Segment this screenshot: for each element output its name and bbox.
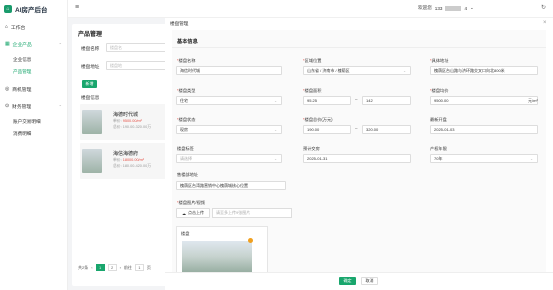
building-name-input[interactable]: 海信时代城 bbox=[176, 66, 282, 75]
upload-button[interactable]: ☁ 点击上传 bbox=[176, 208, 210, 218]
card-name: 海德时代城 bbox=[113, 112, 139, 118]
add-button[interactable]: 新增 bbox=[82, 80, 97, 88]
tags-select[interactable]: 请选择 ⌄ bbox=[176, 154, 282, 163]
sidebar-item-enterprise-info[interactable]: 企业信息 bbox=[0, 55, 68, 65]
refresh-icon[interactable]: ↻ bbox=[541, 4, 546, 11]
upload-cloud-icon: ☁ bbox=[182, 210, 186, 216]
field-label: *楼盘均价 bbox=[430, 88, 449, 93]
building-photo[interactable] bbox=[182, 241, 252, 275]
field-label: 产权年限 bbox=[430, 146, 447, 151]
field-label: 预计交房 bbox=[303, 146, 320, 151]
sidebar-item-dashboard[interactable]: ⌂ 工作台 bbox=[0, 22, 68, 32]
page-title: 产品管理 bbox=[78, 32, 103, 38]
next-page-icon[interactable]: › bbox=[120, 265, 121, 270]
total-min-input[interactable]: 190.00 bbox=[303, 125, 351, 134]
info-title: 楼盘信息 bbox=[81, 95, 100, 100]
sales-address-input[interactable]: 槐荫区台湾路营销中心槐荫城核心位置 bbox=[176, 181, 286, 190]
sidebar-item-enterprise-product[interactable]: ▦ 企业产品 ⌃ bbox=[0, 39, 68, 49]
app-logo: ⌂ AI房产后台 bbox=[4, 3, 48, 15]
chevron-down-icon: ⌄ bbox=[403, 69, 406, 73]
field-label: *楼盘面积 bbox=[303, 88, 322, 93]
total-max-input[interactable]: 320.00 bbox=[362, 125, 411, 134]
user-info[interactable]: 欢迎您 133 4 ⌄ bbox=[418, 5, 474, 11]
dialog-title: 楼盘管理 bbox=[170, 21, 189, 26]
card-name: 海信海德府 bbox=[113, 151, 139, 157]
cancel-button[interactable]: 取消 bbox=[361, 277, 378, 285]
page-button[interactable]: 2 bbox=[107, 264, 117, 271]
chevron-down-icon: ⌄ bbox=[274, 157, 277, 161]
sidebar-item-account-transactions[interactable]: 账户交易明细 bbox=[0, 117, 68, 127]
chevron-down-icon: ⌄ bbox=[530, 157, 533, 161]
open-date-input[interactable]: 2025-01-03 bbox=[430, 125, 538, 134]
logo-icon: ⌂ bbox=[4, 5, 12, 13]
sidebar-item-consumption[interactable]: 消费明细 bbox=[0, 129, 68, 139]
card-price: 单价: 18000.00/m² bbox=[113, 158, 145, 162]
remove-image-icon[interactable] bbox=[248, 238, 253, 243]
building-thumbnail bbox=[82, 149, 102, 173]
building-type-select[interactable]: 住宅 ⌄ bbox=[176, 96, 282, 105]
topbar bbox=[68, 0, 553, 18]
image-group-label: 楼盘 bbox=[181, 231, 190, 236]
dialog-footer bbox=[165, 272, 553, 290]
total-count: 共2条 bbox=[78, 264, 89, 270]
address-input[interactable]: 槐荫区台山路与济环路交叉口向北800米 bbox=[430, 66, 538, 75]
pagination: 共2条 ‹ 1 2 › 前往 1 页 bbox=[78, 264, 151, 271]
delivery-date-input[interactable]: 2025-01-31 bbox=[303, 154, 411, 163]
section-title: 基本信息 bbox=[177, 39, 198, 45]
filter-label-name: 楼盘名称 bbox=[81, 46, 100, 51]
filter-name-input[interactable]: 楼盘名 bbox=[106, 43, 166, 52]
field-label: *楼盘名称 bbox=[177, 58, 196, 63]
card-price: 单价: 9500.00/m² bbox=[113, 119, 142, 123]
sidebar-item-product-management[interactable]: 产品管理 bbox=[0, 67, 68, 77]
card-total: 总价: 180.00-420.00万 bbox=[113, 164, 151, 168]
unit-price-input[interactable]: 9500.00 bbox=[430, 96, 538, 105]
chevron-down-icon: ⌄ bbox=[470, 5, 474, 10]
field-label: 售楼部地址 bbox=[177, 172, 198, 177]
confirm-button[interactable]: 确定 bbox=[339, 277, 356, 285]
filter-address-input[interactable]: 楼盘地 bbox=[106, 61, 166, 70]
chevron-up-icon: ⌃ bbox=[58, 41, 62, 47]
hamburger-menu-icon[interactable]: ≡ bbox=[75, 4, 79, 11]
field-label: *楼盘状态 bbox=[177, 117, 196, 122]
status-select[interactable]: 现房 ⌄ bbox=[176, 125, 282, 134]
product-icon: ▦ bbox=[5, 41, 10, 47]
filter-label-address: 楼盘地址 bbox=[81, 64, 100, 69]
field-label: 最新开盘 bbox=[430, 117, 447, 122]
field-label: 楼盘标签 bbox=[177, 146, 194, 151]
unit-label: 元/m² bbox=[528, 98, 538, 103]
upload-hint: 请至多上传9张图片 bbox=[212, 208, 292, 218]
field-label: *楼盘总价(万元) bbox=[303, 117, 333, 122]
goto-page-input[interactable]: 1 bbox=[134, 264, 144, 271]
page-button[interactable]: 1 bbox=[95, 264, 105, 271]
chevron-down-icon: ⌄ bbox=[274, 99, 277, 103]
field-label: *楼盘类型 bbox=[177, 88, 196, 93]
field-label: *具体地址 bbox=[430, 58, 449, 63]
sidebar-item-finance[interactable]: ⊙ 财务管理 ⌃ bbox=[0, 101, 68, 111]
field-label: *区域位置 bbox=[303, 58, 322, 63]
sidebar-item-opportunity[interactable]: ◎ 商机管理 bbox=[0, 84, 68, 94]
region-select[interactable]: 山东省 / 济南市 / 槐荫区 ⌄ bbox=[303, 66, 411, 75]
app-title: AI房产后台 bbox=[15, 7, 48, 14]
property-years-select[interactable]: 70年 ⌄ bbox=[430, 154, 538, 163]
close-icon[interactable]: × bbox=[543, 20, 547, 26]
finance-icon: ⊙ bbox=[5, 103, 10, 109]
prev-page-icon[interactable]: ‹ bbox=[91, 265, 92, 270]
area-min-input[interactable]: 95.25 bbox=[303, 96, 351, 105]
divider bbox=[172, 47, 546, 48]
chevron-down-icon: ⌄ bbox=[274, 128, 277, 132]
home-icon: ⌂ bbox=[5, 24, 8, 30]
building-thumbnail bbox=[82, 110, 102, 134]
chevron-up-icon: ⌃ bbox=[58, 103, 62, 109]
opportunity-icon: ◎ bbox=[5, 86, 10, 92]
field-label: *楼盘图片/视频 bbox=[177, 200, 205, 205]
area-max-input[interactable]: 142 bbox=[362, 96, 411, 105]
card-total: 总价: 190.00-320.00万 bbox=[113, 125, 151, 129]
upload-area: ☁ 点击上传 请至多上传9张图片 bbox=[176, 208, 294, 218]
phone-redaction bbox=[445, 5, 462, 11]
